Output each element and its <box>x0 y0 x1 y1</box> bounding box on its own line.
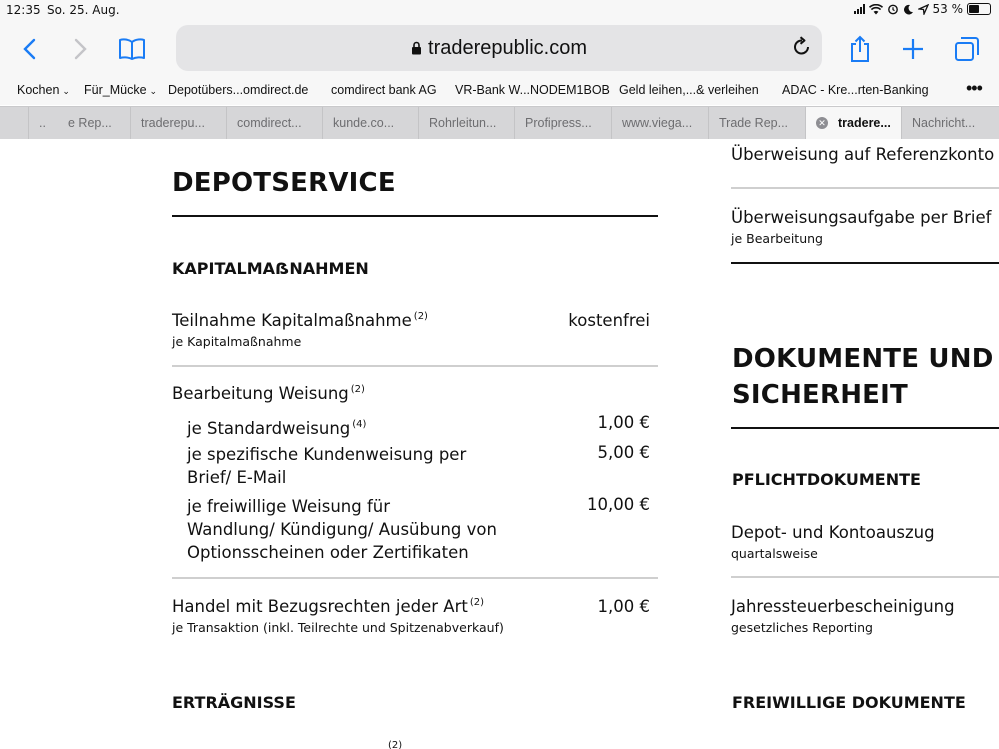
bookmark-comdirect[interactable]: comdirect bank AG <box>331 83 437 97</box>
bookmark-folder-fuer-muecke[interactable]: Für_Mücke ⌄ <box>84 83 157 97</box>
share-button[interactable] <box>843 32 877 66</box>
tabs-icon <box>955 37 979 61</box>
new-tab-button[interactable] <box>896 32 930 66</box>
jahressteuer-title: Jahressteuerbescheinigung <box>731 597 955 616</box>
web-page: DEPOTSERVICE KAPITALMAẞNAHMEN Teilnahme … <box>0 139 999 749</box>
bezugsrechte-price: 1,00 € <box>597 597 650 616</box>
wifi-icon <box>868 3 883 14</box>
share-icon <box>851 35 869 62</box>
standardweisung-price: 1,00 € <box>597 413 650 432</box>
bookmark-folder-kochen[interactable]: Kochen ⌄ <box>17 83 70 97</box>
depotservice-heading: DEPOTSERVICE <box>172 168 396 198</box>
weisung-title: Bearbeitung Weisung (2) <box>172 384 365 403</box>
tab-7[interactable]: Profipress... <box>514 107 612 139</box>
ueberweisungsaufgabe-title: Überweisungsaufgabe per Brief <box>731 208 992 227</box>
pflichtdokumente-heading: PFLICHTDOKUMENTE <box>732 470 921 489</box>
tab-bar: .. e Rep... traderepu... comdirect... ku… <box>0 106 999 140</box>
browser-toolbar: traderepublic.com <box>0 22 999 78</box>
chevron-right-icon <box>74 38 87 60</box>
tab-11[interactable]: Nachricht... <box>901 107 999 139</box>
url-text: traderepublic.com <box>428 37 587 59</box>
depotauszug-sub: quartalsweise <box>731 546 818 561</box>
kundenweisung-price: 5,00 € <box>597 443 650 462</box>
cellular-signal-icon <box>853 4 865 14</box>
ueberweisungsaufgabe-sub: je Bearbeitung <box>731 231 823 246</box>
tab-2[interactable]: e Rep... <box>58 107 130 139</box>
tab-9[interactable]: Trade Rep... <box>708 107 806 139</box>
kapitalmassnahmen-heading: KAPITALMAẞNAHMEN <box>172 259 369 278</box>
close-tab-icon[interactable]: ✕ <box>816 117 828 129</box>
bookmarks-bar: Kochen ⌄ Für_Mücke ⌄ Depotübers...omdirect… <box>0 78 999 105</box>
ertraegnisse-heading: ERTRÄGNISSE <box>172 693 296 712</box>
chevron-left-icon <box>23 38 36 60</box>
back-button[interactable] <box>12 32 46 66</box>
bookmark-depotuebersicht[interactable]: Depotübers...omdirect.de <box>168 83 308 97</box>
bookmarks-button[interactable] <box>115 32 149 66</box>
status-time: 12:35 <box>6 3 41 17</box>
bezugsrechte-title: Handel mit Bezugsrechten jeder Art (2) <box>172 597 484 616</box>
battery-icon <box>967 3 991 15</box>
plus-icon <box>903 39 923 59</box>
address-bar[interactable]: traderepublic.com <box>176 25 822 71</box>
tab-8[interactable]: www.viega... <box>611 107 709 139</box>
freiwillige-dokumente-heading: FREIWILLIGE DOKUMENTE <box>732 693 966 712</box>
jahressteuer-sub: gesetzliches Reporting <box>731 620 873 635</box>
battery-percent: 53 % <box>932 2 964 16</box>
partial-superscript: (2) <box>388 740 403 749</box>
teilnahme-sub: je Kapitalmaßnahme <box>172 334 302 349</box>
reload-icon[interactable] <box>792 36 812 58</box>
dokumente-heading: DOKUMENTE UND SICHERHEIT <box>732 344 994 410</box>
divider <box>172 577 658 579</box>
teilnahme-price: kostenfrei <box>568 311 650 330</box>
location-arrow-icon <box>917 3 929 15</box>
bookmark-adac[interactable]: ADAC - Kre...rten-Banking <box>782 83 929 97</box>
tab-active[interactable]: ✕ tradere... <box>805 107 902 139</box>
ueberweisung-referenzkonto: Überweisung auf Referenzkonto <box>731 145 995 164</box>
forward-button[interactable] <box>64 32 98 66</box>
chevron-down-icon: ⌄ <box>149 86 158 96</box>
freiwillige-weisung-price: 10,00 € <box>587 495 650 514</box>
status-bar: 12:35 So. 25. Aug. 53 % <box>0 0 999 22</box>
bookmark-vr-bank[interactable]: VR-Bank W...NODEM1BOB <box>455 83 610 97</box>
divider <box>172 215 658 217</box>
status-icons: 53 % <box>853 2 991 16</box>
tab-4[interactable]: comdirect... <box>226 107 323 139</box>
tab-6[interactable]: Rohrleitun... <box>418 107 515 139</box>
moon-icon <box>903 4 913 14</box>
divider <box>731 262 999 264</box>
divider <box>172 365 658 367</box>
kundenweisung-label: je spezifische Kundenweisung per Brief/ … <box>187 445 467 487</box>
open-book-icon <box>119 38 145 60</box>
tab-5[interactable]: kunde.co... <box>322 107 419 139</box>
teilnahme-title: Teilnahme Kapitalmaßnahme (2) <box>172 311 428 330</box>
divider <box>731 427 999 429</box>
chevron-down-icon: ⌄ <box>62 86 70 96</box>
divider <box>731 576 999 578</box>
bookmark-geld-leihen[interactable]: Geld leihen,...& verleihen <box>619 83 759 97</box>
lock-icon <box>412 41 422 55</box>
alarm-icon <box>887 4 898 15</box>
tab-3[interactable]: traderepu... <box>130 107 227 139</box>
more-bookmarks-icon[interactable]: ••• <box>966 78 983 99</box>
freiwillige-weisung-label: je freiwillige Weisung für Wandlung/ Kün… <box>187 497 497 562</box>
status-date: So. 25. Aug. <box>47 3 120 17</box>
depotauszug-title: Depot- und Kontoauszug <box>731 523 935 542</box>
bezugsrechte-sub: je Transaktion (inkl. Teilrechte und Spi… <box>172 620 504 635</box>
tabs-overview-button[interactable] <box>950 32 984 66</box>
standardweisung-label: je Standardweisung (4) <box>187 419 367 438</box>
divider <box>731 187 999 189</box>
